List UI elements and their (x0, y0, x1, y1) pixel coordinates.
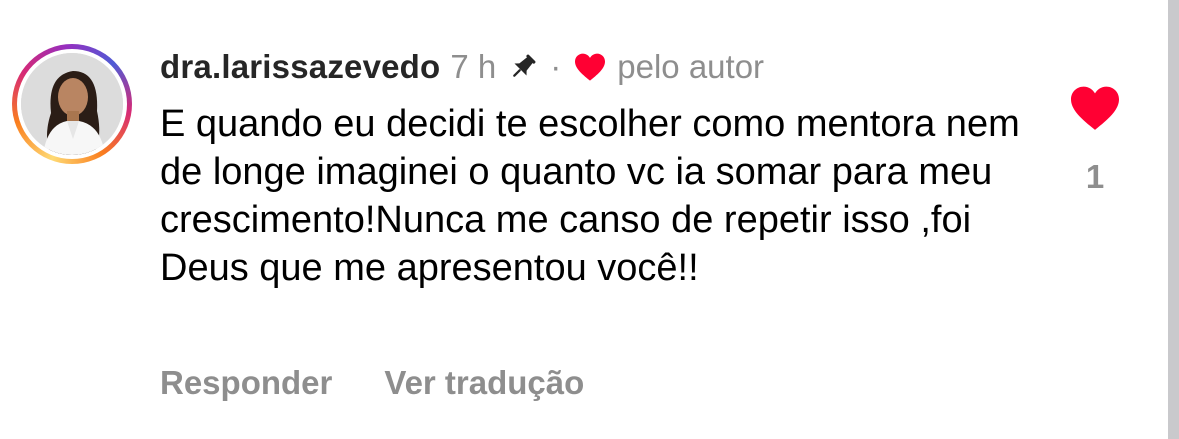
heart-icon (573, 52, 607, 82)
comment-header: dra.larissazevedo 7 h · pelo autor (160, 44, 764, 90)
timestamp: 7 h (450, 48, 497, 85)
avatar-photo (21, 53, 123, 155)
comment-screen: dra.larissazevedo 7 h · pelo autor E qua… (0, 0, 1179, 439)
liked-by-author-label: pelo autor (617, 48, 765, 85)
comment-actions: Responder Ver tradução (160, 364, 584, 402)
comment-text: E quando eu decidi te escolher como ment… (160, 103, 1020, 289)
translate-button[interactable]: Ver tradução (384, 364, 584, 402)
heart-filled-icon (1071, 86, 1119, 130)
username[interactable]: dra.larissazevedo (160, 48, 440, 86)
reply-button[interactable]: Responder (160, 364, 332, 402)
avatar[interactable] (21, 53, 123, 155)
avatar-story-ring[interactable] (12, 44, 132, 164)
like-button[interactable] (1068, 84, 1122, 132)
scrollbar[interactable] (1168, 0, 1179, 439)
pin-icon (506, 50, 540, 84)
separator-dot: · (550, 48, 562, 85)
like-count: 1 (1085, 158, 1105, 195)
